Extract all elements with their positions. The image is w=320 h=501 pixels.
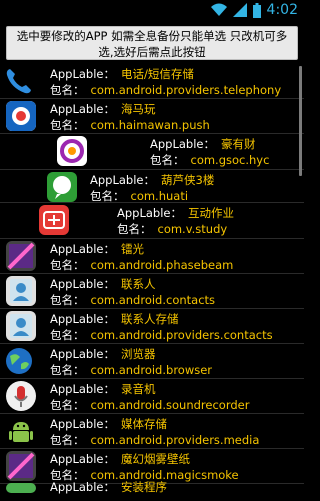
app-label-key: AppLable： bbox=[50, 417, 115, 431]
package-name: com.android.contacts bbox=[90, 293, 216, 307]
haoyoucai-icon bbox=[57, 136, 87, 166]
status-bar: 4:02 bbox=[0, 0, 304, 24]
app-name: 互动作业 bbox=[188, 206, 234, 220]
app-name: 豪有财 bbox=[221, 137, 256, 151]
package-label-key: 包名： bbox=[150, 153, 185, 167]
app-name: 魔幻烟雾壁纸 bbox=[121, 452, 190, 466]
package-label-key: 包名： bbox=[50, 328, 85, 342]
list-item[interactable]: AppLable： 安装程序 bbox=[0, 480, 304, 501]
list-item[interactable]: AppLable： 魔幻烟雾壁纸 包名： com.android.magicsmok… bbox=[0, 449, 304, 484]
list-item[interactable]: AppLable： 浏览器 包名： com.android.browser bbox=[0, 344, 304, 379]
haimawan-icon bbox=[6, 101, 36, 131]
package-label-key: 包名： bbox=[50, 398, 85, 412]
package-label-key: 包名： bbox=[50, 258, 85, 272]
app-label-key: AppLable： bbox=[50, 242, 115, 256]
huluxia-icon bbox=[47, 172, 77, 202]
app-name: 录音机 bbox=[121, 382, 156, 396]
signal-icon bbox=[232, 3, 247, 17]
status-time: 4:02 bbox=[266, 2, 298, 18]
app-label-key: AppLable： bbox=[150, 137, 215, 151]
list-item[interactable]: AppLable： 媒体存储 包名： com.android.providers.m… bbox=[0, 414, 304, 449]
app-label-key: AppLable： bbox=[50, 312, 115, 326]
app-label-key: AppLable： bbox=[50, 480, 115, 494]
list-item[interactable]: AppLable： 录音机 包名： com.android.soundrecorde… bbox=[0, 379, 304, 414]
installer-icon bbox=[6, 483, 36, 493]
app-name: 葫芦侠3楼 bbox=[161, 173, 215, 187]
list-item[interactable]: AppLable： 豪有财 包名： com.gsoc.hyc bbox=[0, 134, 304, 170]
package-name: com.huati bbox=[130, 189, 189, 203]
package-name: com.gsoc.hyc bbox=[190, 153, 270, 167]
list-item[interactable]: AppLable： 互动作业 包名： com.v.study bbox=[0, 203, 304, 239]
phasebeam-icon bbox=[6, 241, 36, 271]
app-label-key: AppLable： bbox=[50, 452, 115, 466]
magicsmoke-icon bbox=[6, 451, 36, 481]
package-name: com.android.browser bbox=[90, 363, 213, 377]
browser-icon bbox=[4, 346, 34, 376]
list-item[interactable]: AppLable： 葫芦侠3楼 包名： com.huati bbox=[0, 170, 304, 203]
list-item[interactable]: AppLable： 电话/短信存储 包名： com.android.provider… bbox=[0, 64, 304, 99]
app-label-key: AppLable： bbox=[90, 173, 155, 187]
app-name: 镭光 bbox=[121, 242, 144, 256]
package-name: com.android.providers.telephony bbox=[90, 83, 282, 97]
package-label-key: 包名： bbox=[90, 189, 125, 203]
app-name: 电话/短信存储 bbox=[121, 67, 194, 81]
package-label-key: 包名： bbox=[50, 118, 85, 132]
package-name: com.android.providers.media bbox=[90, 433, 260, 447]
package-name: com.android.soundrecorder bbox=[90, 398, 250, 412]
contacts-icon bbox=[6, 276, 36, 306]
package-name: com.android.providers.contacts bbox=[90, 328, 273, 342]
app-name: 海马玩 bbox=[121, 102, 156, 116]
wifi-icon bbox=[210, 3, 227, 16]
hudong-icon bbox=[39, 205, 69, 235]
app-name: 联系人存储 bbox=[121, 312, 179, 326]
app-label-key: AppLable： bbox=[50, 382, 115, 396]
package-name: com.haimawan.push bbox=[90, 118, 210, 132]
battery-icon bbox=[252, 2, 261, 18]
app-label-key: AppLable： bbox=[50, 347, 115, 361]
list-item[interactable]: AppLable： 联系人 包名： com.android.contacts bbox=[0, 274, 304, 309]
media-storage-icon bbox=[6, 416, 36, 446]
package-label-key: 包名： bbox=[117, 222, 152, 236]
status-icons: 4:02 bbox=[210, 2, 298, 18]
app-label-key: AppLable： bbox=[50, 67, 115, 81]
list-item[interactable]: AppLable： 镭光 包名： com.android.phasebeam bbox=[0, 239, 304, 274]
app-label-key: AppLable： bbox=[117, 206, 182, 220]
app-name: 浏览器 bbox=[121, 347, 156, 361]
package-label-key: 包名： bbox=[50, 433, 85, 447]
list-item[interactable]: AppLable： 海马玩 包名： com.haimawan.push bbox=[0, 99, 304, 134]
package-label-key: 包名： bbox=[50, 83, 85, 97]
app-label-key: AppLable： bbox=[50, 277, 115, 291]
scrollbar[interactable] bbox=[299, 66, 302, 176]
app-label-key: AppLable： bbox=[50, 102, 115, 116]
soundrecorder-icon bbox=[6, 381, 36, 411]
app-name: 安装程序 bbox=[121, 480, 167, 494]
contacts-storage-icon bbox=[6, 311, 36, 341]
list-item[interactable]: AppLable： 联系人存储 包名： com.android.providers.… bbox=[0, 309, 304, 344]
package-name: com.android.phasebeam bbox=[90, 258, 234, 272]
app-list: AppLable： 电话/短信存储 包名： com.android.provider… bbox=[0, 64, 304, 494]
package-label-key: 包名： bbox=[50, 293, 85, 307]
phone-icon bbox=[4, 66, 34, 96]
package-name: com.v.study bbox=[157, 222, 228, 236]
app-name: 媒体存储 bbox=[121, 417, 167, 431]
app-name: 联系人 bbox=[121, 277, 156, 291]
package-label-key: 包名： bbox=[50, 363, 85, 377]
notice-button[interactable]: 选中要修改的APP 如需全息备份只能单选 只改机可多选,选好后需点此按钮 bbox=[6, 26, 298, 60]
